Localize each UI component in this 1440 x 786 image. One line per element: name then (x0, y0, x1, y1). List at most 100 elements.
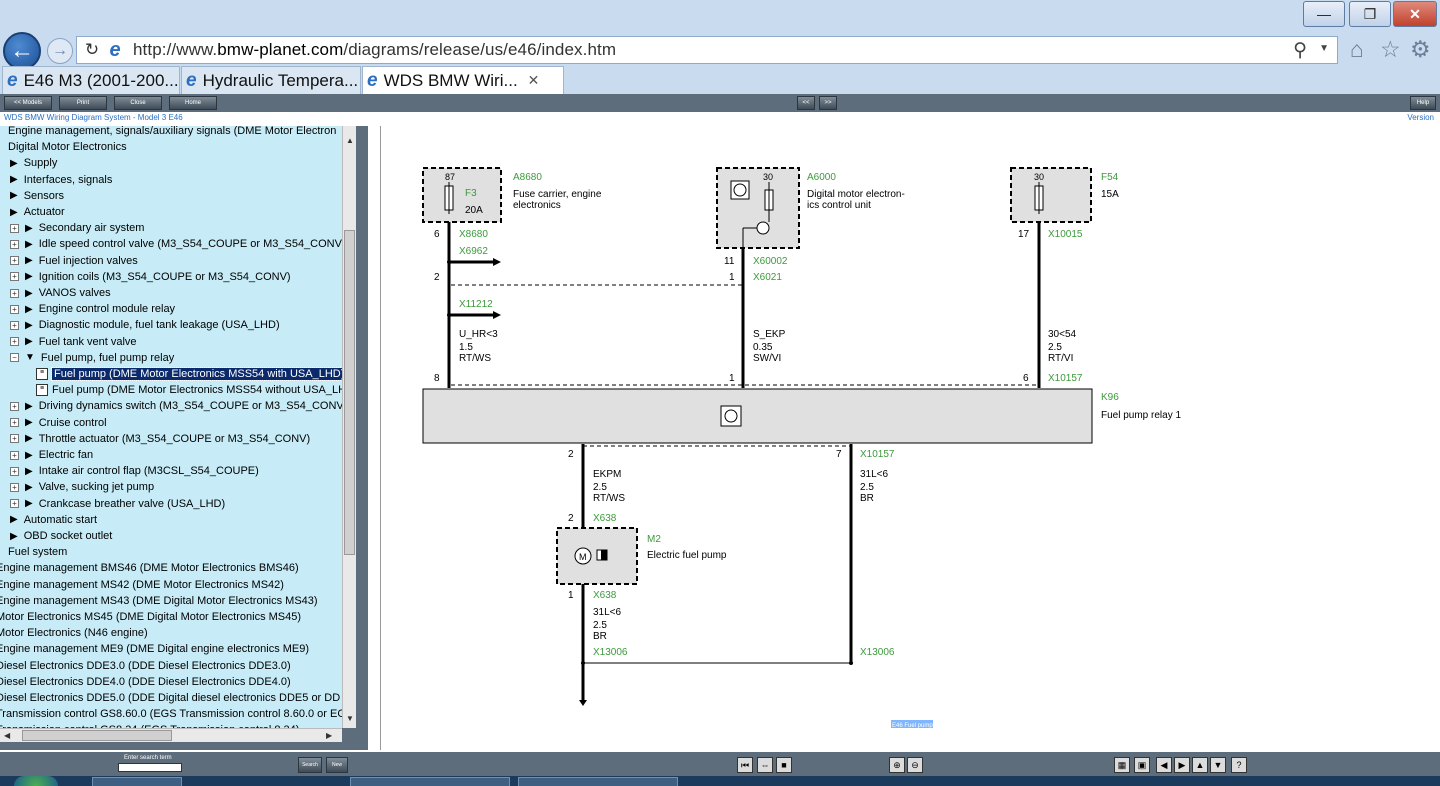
tree-item[interactable]: Engine management MS43 (DME Digital Moto… (0, 593, 318, 609)
scroll-right-icon[interactable]: ▶ (326, 731, 332, 740)
prev-page-button[interactable]: << (797, 96, 815, 110)
component-id[interactable]: M2 (647, 534, 661, 545)
taskbar-item[interactable] (92, 777, 182, 786)
tree-item[interactable]: + ▶ Valve, sucking jet pump (10, 479, 154, 495)
tree-item[interactable]: ▶ Actuator (10, 204, 65, 220)
fit-page-icon[interactable]: ⇔ (757, 757, 773, 773)
tree-item[interactable]: + ▶ Intake air control flap (M3CSL_S54_COU… (10, 463, 259, 479)
restore-button[interactable]: ❐ (1349, 1, 1391, 27)
refresh-icon[interactable]: ↻ (81, 40, 103, 60)
tree-item[interactable]: + ▶ Diagnostic module, fuel tank leakage (… (10, 317, 280, 333)
scroll-down-icon[interactable]: ▼ (346, 714, 354, 723)
url-text[interactable]: http://www.bmw-planet.com/diagrams/relea… (133, 40, 616, 60)
tree-item[interactable]: + ▶ Fuel tank vent valve (10, 334, 137, 350)
models-button[interactable]: << Models (4, 96, 52, 110)
tree-item[interactable]: ≡ Fuel pump (DME Motor Electronics MSS54 … (36, 382, 342, 398)
close-tab-icon[interactable]: ✕ (528, 72, 540, 89)
tree-item[interactable]: − ▼ Fuel pump, fuel pump relay (10, 350, 174, 366)
tree-item[interactable]: Fuel system (8, 544, 67, 560)
tab-e46-m3[interactable]: e E46 M3 (2001-200... (2, 66, 180, 94)
star-icon[interactable]: ☆ (1380, 36, 1401, 63)
chevron-down-icon[interactable]: ▼ (1319, 43, 1329, 54)
tree-item[interactable]: + ▶ Electric fan (10, 447, 93, 463)
tree-item[interactable]: ▶ Interfaces, signals (10, 172, 112, 188)
connector-id[interactable]: X60002 (753, 256, 788, 267)
tree-item[interactable]: + ▶ Idle speed control valve (M3_S54_COUPE… (10, 236, 342, 252)
pan-left-icon[interactable]: ◀ (1156, 757, 1172, 773)
tree-item[interactable]: ≡ Fuel pump (DME Motor Electronics MSS54 … (36, 366, 342, 382)
forward-arrow-icon[interactable]: → (47, 38, 73, 64)
tree-item[interactable]: Transmission control GS8.60.0 (EGS Trans… (0, 706, 342, 722)
tree-item[interactable]: Engine management ME9 (DME Digital engin… (0, 641, 309, 657)
zoom-in-icon[interactable]: ⊕ (889, 757, 905, 773)
connector-id[interactable]: X638 (593, 513, 617, 524)
tree-item[interactable]: + ▶ Fuel injection valves (10, 253, 138, 269)
home-button[interactable]: Home (169, 96, 217, 110)
close-window-button[interactable]: ✕ (1393, 1, 1437, 27)
expand-icon[interactable]: + (10, 337, 19, 347)
search-input[interactable] (118, 763, 182, 772)
tree-item[interactable]: Diesel Electronics DDE4.0 (DDE Diesel El… (0, 674, 291, 690)
zoom-out-icon[interactable]: ⊖ (907, 757, 923, 773)
address-bar[interactable]: ↻ e http://www.bmw-planet.com/diagrams/r… (76, 36, 1338, 64)
expand-icon[interactable]: + (10, 418, 19, 428)
collapse-icon[interactable]: − (10, 353, 19, 363)
dme-control-unit-box[interactable] (716, 167, 800, 249)
first-page-icon[interactable]: ⏮ (737, 757, 753, 773)
pan-up-icon[interactable]: ▲ (1192, 757, 1208, 773)
tree-item[interactable]: + ▶ Driving dynamics switch (M3_S54_COUPE … (10, 398, 342, 414)
expand-icon[interactable]: + (10, 272, 19, 282)
fuel-pump-relay-box[interactable] (422, 388, 1093, 444)
horizontal-scrollbar[interactable]: ◀ ▶ (0, 728, 342, 742)
connector-id[interactable]: X10157 (860, 449, 895, 460)
taskbar-item[interactable] (518, 777, 678, 786)
pan-right-icon[interactable]: ▶ (1174, 757, 1190, 773)
expand-icon[interactable]: + (10, 450, 19, 460)
scroll-left-icon[interactable]: ◀ (4, 731, 10, 740)
scroll-thumb[interactable] (344, 230, 355, 555)
tree-item[interactable]: + ▶ Crankcase breather valve (USA_LHD) (10, 496, 225, 512)
expand-icon[interactable]: + (10, 288, 19, 298)
expand-icon[interactable]: + (10, 401, 19, 411)
version-link[interactable]: Version (1407, 113, 1434, 122)
connector-id[interactable]: X8680 (459, 229, 488, 240)
expand-icon[interactable]: + (10, 434, 19, 444)
diagram-footer-link[interactable]: E46 Fuel pump (892, 723, 933, 729)
connector-id[interactable]: X638 (593, 590, 617, 601)
search-icon[interactable]: ⚲ (1293, 39, 1307, 62)
start-button[interactable] (14, 776, 58, 786)
taskbar-item[interactable] (350, 777, 510, 786)
new-search-button[interactable]: New (326, 757, 348, 773)
search-button[interactable]: Search (298, 757, 322, 773)
expand-icon[interactable]: + (10, 239, 19, 249)
scroll-up-icon[interactable]: ▲ (346, 136, 354, 145)
print-button[interactable]: Print (59, 96, 107, 110)
help-question-icon[interactable]: ? (1231, 757, 1247, 773)
tree-item[interactable]: + ▶ VANOS valves (10, 285, 111, 301)
tree-item[interactable]: Engine management, signals/auxiliary sig… (8, 126, 336, 139)
back-arrow-icon[interactable]: ← (3, 32, 41, 70)
expand-icon[interactable]: + (10, 304, 19, 314)
expand-icon[interactable]: + (10, 320, 19, 330)
connector-id[interactable]: X6021 (753, 272, 782, 283)
scroll-thumb[interactable] (22, 730, 172, 741)
expand-icon[interactable]: + (10, 482, 19, 492)
expand-icon[interactable]: + (10, 466, 19, 476)
tab-wds-bmw[interactable]: e WDS BMW Wiri... ✕ (362, 66, 564, 94)
tree-item[interactable]: + ▶ Cruise control (10, 415, 107, 431)
stop-icon[interactable]: ■ (776, 757, 792, 773)
tree-item[interactable]: Diesel Electronics DDE5.0 (DDE Digital d… (0, 690, 340, 706)
fuse-f54-box[interactable] (1010, 167, 1092, 223)
tree-item[interactable]: + ▶ Secondary air system (10, 220, 144, 236)
home-icon[interactable]: ⌂ (1350, 36, 1364, 63)
close-button[interactable]: Close (114, 96, 162, 110)
overview-icon[interactable]: ▣ (1134, 757, 1150, 773)
tree-item[interactable]: Engine management MS42 (DME Motor Electr… (0, 577, 284, 593)
tree-item[interactable]: Motor Electronics MS45 (DME Digital Moto… (0, 609, 301, 625)
component-id[interactable]: A8680 (513, 172, 542, 183)
connector-id[interactable]: X13006 (593, 647, 628, 658)
expand-icon[interactable]: + (10, 256, 19, 266)
tree-item[interactable]: + ▶ Ignition coils (M3_S54_COUPE or M3_S54… (10, 269, 291, 285)
fuse-carrier-box[interactable] (422, 167, 502, 223)
connector-id[interactable]: X11212 (459, 299, 493, 310)
